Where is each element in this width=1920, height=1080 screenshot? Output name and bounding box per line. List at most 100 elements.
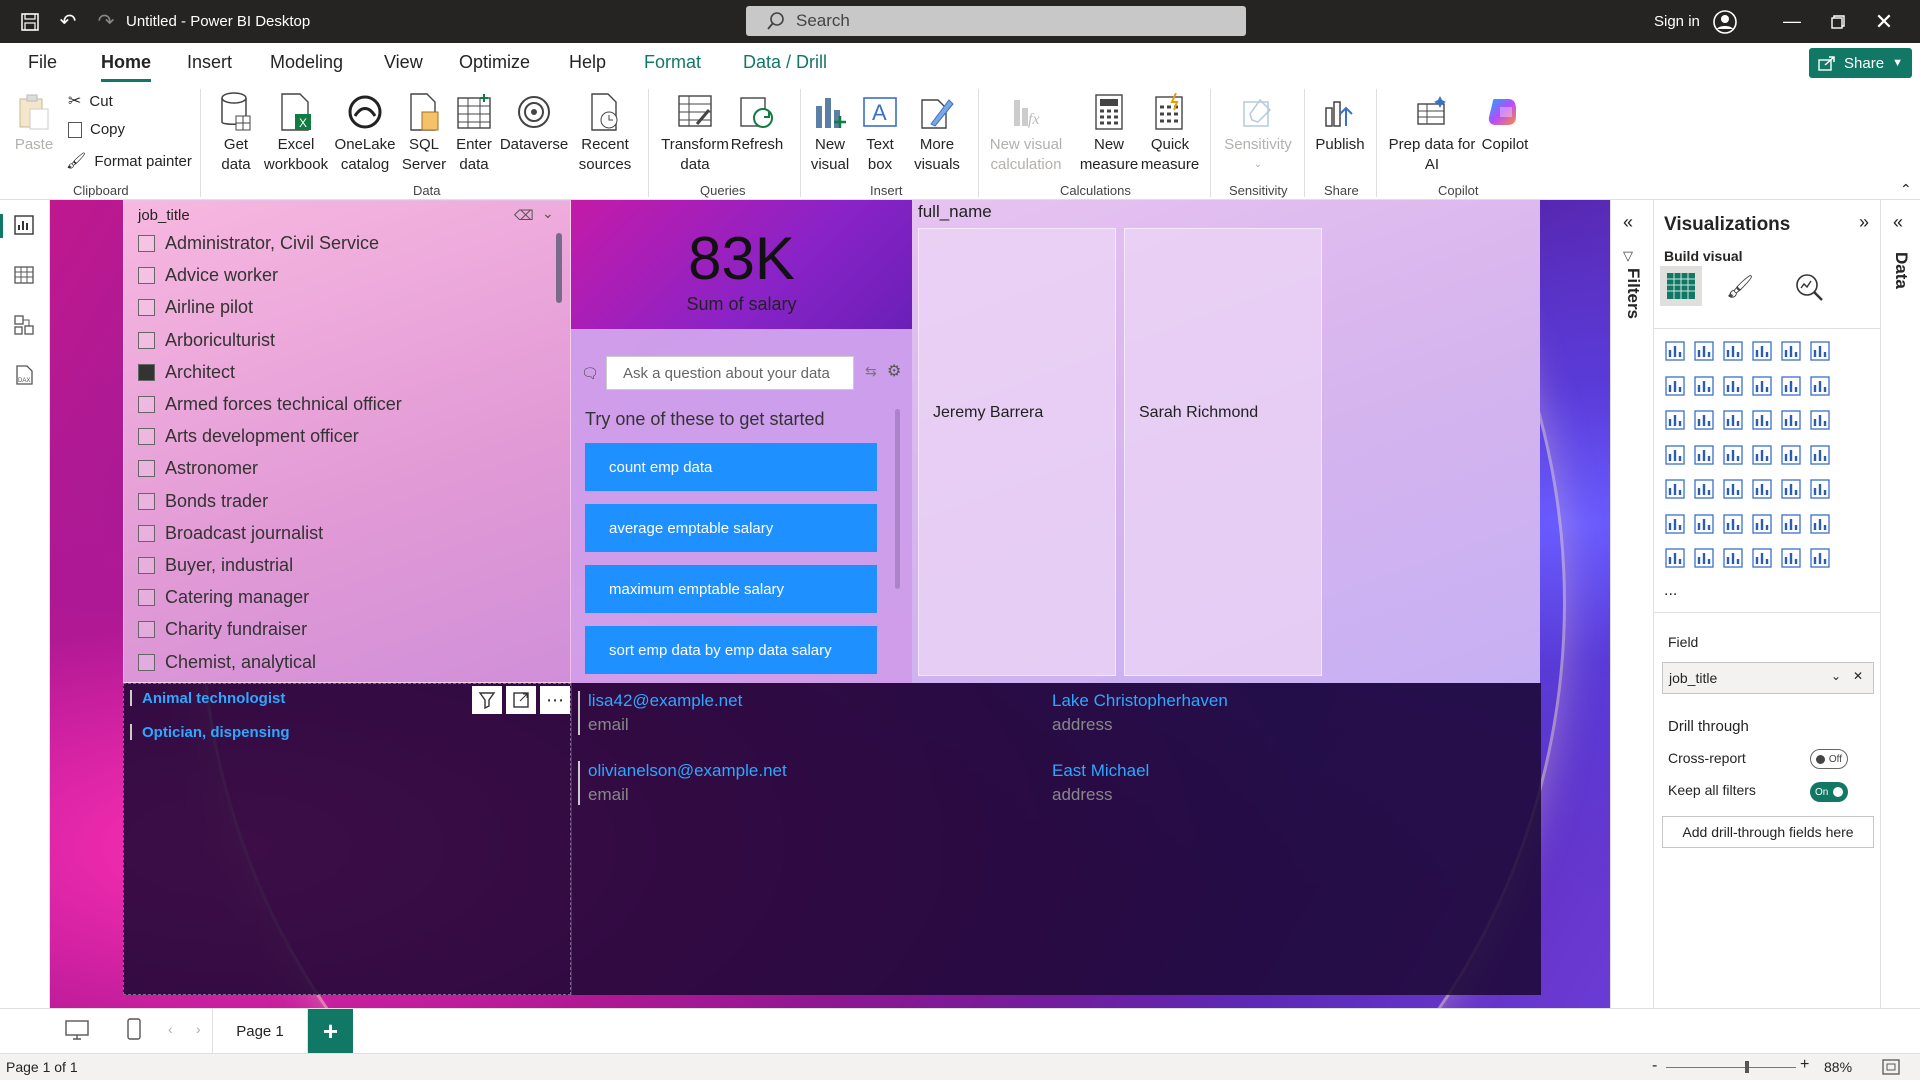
- sign-in-link[interactable]: Sign in: [1654, 0, 1700, 43]
- slicer-option[interactable]: Advice worker: [138, 265, 278, 286]
- table-view-icon[interactable]: [13, 264, 37, 288]
- enter-data-button[interactable]: Enter data: [450, 91, 498, 175]
- recent-sources-button[interactable]: Recent sources: [570, 91, 640, 175]
- gauge-icon[interactable]: [1780, 444, 1804, 468]
- table-icon[interactable]: [1751, 478, 1775, 502]
- list-item[interactable]: Optician, dispensing: [142, 724, 290, 741]
- power-automate-icon[interactable]: [1722, 547, 1746, 571]
- paste-button[interactable]: Paste: [14, 91, 54, 155]
- python-visual-icon[interactable]: [1664, 513, 1688, 537]
- sensitivity-button[interactable]: Sensitivity ⌄: [1218, 91, 1298, 175]
- pie-chart-icon[interactable]: [1780, 409, 1804, 433]
- focus-mode-icon[interactable]: [506, 686, 536, 714]
- kpi-icon[interactable]: [1693, 478, 1717, 502]
- line-chart-icon[interactable]: [1664, 375, 1688, 399]
- map-icon[interactable]: [1693, 444, 1717, 468]
- stacked-column-icon[interactable]: [1693, 340, 1717, 364]
- add-page-button[interactable]: +: [308, 1009, 353, 1054]
- share-button[interactable]: Share ▼: [1809, 48, 1912, 78]
- minimize-icon[interactable]: —: [1780, 0, 1804, 43]
- qna-scrollbar[interactable]: [895, 409, 900, 589]
- tab-data-drill[interactable]: Data / Drill: [743, 52, 827, 73]
- multirow-card-icon[interactable]: [1664, 478, 1688, 502]
- sql-server-button[interactable]: SQL Server: [398, 91, 450, 175]
- area-chart-icon[interactable]: [1693, 375, 1717, 399]
- full-name-multirow-card[interactable]: full_name Jeremy Barrera Sarah Richmond: [912, 200, 1540, 683]
- paginated-report-icon[interactable]: [1664, 547, 1688, 571]
- fit-to-page-icon[interactable]: [1882, 1058, 1900, 1079]
- contact-multirow-card[interactable]: lisa42@example.net email Lake Christopherh…: [571, 683, 1541, 995]
- new-visual-button[interactable]: New visual: [806, 91, 854, 175]
- onelake-catalog-button[interactable]: OneLake catalog: [332, 91, 398, 175]
- qna-suggestion-button[interactable]: maximum emptable salary: [585, 565, 877, 613]
- line-clustered-icon[interactable]: [1809, 375, 1833, 399]
- copilot-button[interactable]: Copilot: [1476, 91, 1534, 155]
- dax-query-view-icon[interactable]: DAX: [13, 364, 37, 388]
- job-title-list-visual[interactable]: Animal technologist Optician, dispensing…: [123, 683, 571, 995]
- list-item[interactable]: Animal technologist: [142, 690, 285, 707]
- search-box[interactable]: Search: [746, 6, 1246, 36]
- remove-field-icon[interactable]: ✕: [1853, 669, 1863, 683]
- new-visual-calculation-button[interactable]: fx New visual calculation: [984, 91, 1068, 175]
- tab-optimize[interactable]: Optimize: [459, 52, 530, 73]
- checkbox[interactable]: [138, 492, 155, 510]
- slicer-option[interactable]: Chemist, analytical: [138, 652, 316, 673]
- key-influencers-icon[interactable]: [1693, 513, 1717, 537]
- filters-pane[interactable]: « ▽ Filters: [1610, 200, 1653, 1008]
- text-box-button[interactable]: A Text box: [858, 91, 902, 175]
- checkbox[interactable]: [138, 235, 155, 252]
- format-painter-button[interactable]: 🖌 Format painter: [66, 151, 192, 171]
- checkbox[interactable]: [138, 299, 155, 317]
- transform-data-button[interactable]: Transform data: [658, 91, 732, 175]
- dataverse-button[interactable]: Dataverse: [500, 91, 568, 155]
- slicer-option[interactable]: Buyer, industrial: [138, 555, 293, 576]
- slicer-option[interactable]: Architect: [138, 362, 235, 383]
- save-icon[interactable]: [18, 0, 42, 43]
- chevron-icon[interactable]: [1809, 547, 1833, 571]
- filled-map-icon[interactable]: [1722, 444, 1746, 468]
- chevron-down-icon[interactable]: ⌄: [1831, 669, 1841, 683]
- slicer-option[interactable]: Astronomer: [138, 458, 258, 479]
- convert-icon[interactable]: ⇆: [865, 363, 877, 380]
- keep-filters-toggle[interactable]: On: [1810, 782, 1848, 802]
- prev-page-icon[interactable]: ‹: [168, 1021, 173, 1037]
- slicer-option[interactable]: Catering manager: [138, 587, 309, 608]
- smart-narrative-icon[interactable]: [1751, 547, 1775, 571]
- collapse-filters-icon[interactable]: «: [1623, 212, 1633, 233]
- 100-area-icon[interactable]: [1751, 375, 1775, 399]
- cross-report-toggle[interactable]: Off: [1810, 749, 1848, 769]
- checkbox[interactable]: [138, 363, 155, 381]
- more-options-icon[interactable]: ⋯: [540, 686, 570, 714]
- drill-through-well[interactable]: Add drill-through fields here: [1662, 816, 1874, 848]
- azure-map-icon[interactable]: [1751, 444, 1775, 468]
- stacked-area-icon[interactable]: [1722, 375, 1746, 399]
- slicer-option[interactable]: Charity fundraiser: [138, 619, 307, 640]
- donut-chart-icon[interactable]: [1809, 409, 1833, 433]
- settings-icon[interactable]: ⚙: [887, 361, 901, 381]
- expand-icon[interactable]: »: [1859, 212, 1869, 233]
- eraser-icon[interactable]: ⌫: [514, 207, 534, 224]
- restore-icon[interactable]: [1826, 0, 1850, 43]
- checkbox[interactable]: [138, 460, 155, 478]
- narrative-icon[interactable]: [1780, 513, 1804, 537]
- salary-card[interactable]: 83K Sum of salary: [571, 200, 912, 329]
- qna-suggestion-button[interactable]: sort emp data by emp data salary: [585, 626, 877, 674]
- more-visuals-button[interactable]: More visuals: [904, 91, 970, 175]
- build-visual-tab[interactable]: [1660, 266, 1702, 306]
- analytics-icon[interactable]: [1794, 272, 1824, 305]
- decomposition-tree-icon[interactable]: [1722, 513, 1746, 537]
- slicer-option[interactable]: Armed forces technical officer: [138, 394, 402, 415]
- checkbox[interactable]: [138, 524, 155, 542]
- tab-format[interactable]: Format: [644, 52, 701, 73]
- checkbox[interactable]: [138, 267, 155, 285]
- more-visuals-ellipsis[interactable]: ...: [1664, 582, 1677, 600]
- publish-button[interactable]: Publish: [1312, 91, 1368, 155]
- line-column-icon[interactable]: [1780, 375, 1804, 399]
- undo-icon[interactable]: ↶: [56, 0, 80, 43]
- qna-suggestion-button[interactable]: average emptable salary: [585, 504, 877, 552]
- data-pane[interactable]: « Data: [1880, 200, 1920, 1008]
- close-icon[interactable]: ✕: [1872, 0, 1896, 43]
- checkbox[interactable]: [138, 653, 155, 671]
- waterfall-icon[interactable]: [1693, 409, 1717, 433]
- qna-visual[interactable]: 🗨 Ask a question about your data ⇆ ⚙ Try…: [571, 329, 912, 683]
